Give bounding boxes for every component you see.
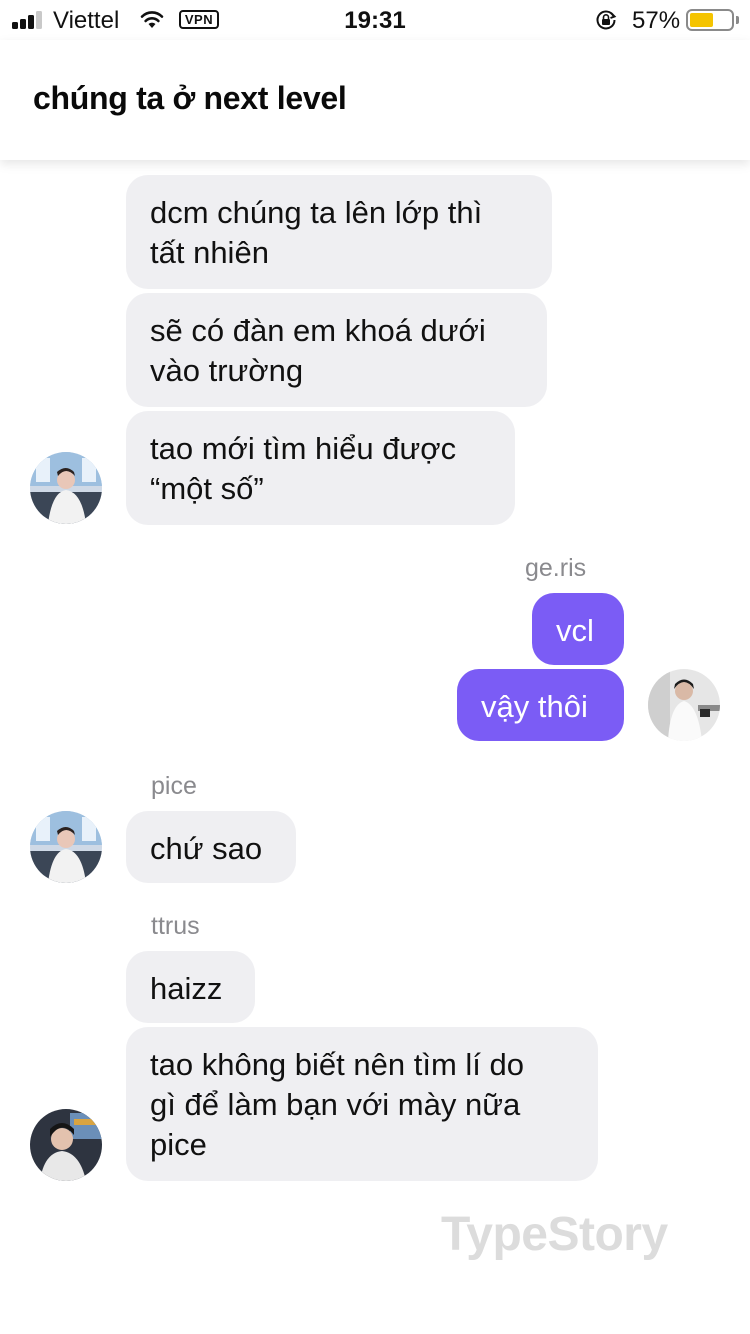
message-text: vcl — [556, 613, 594, 648]
battery-percent: 57% — [632, 7, 681, 34]
message-text: tao mới tìm hiểu được — [150, 431, 457, 466]
sender-name: ttrus — [151, 912, 200, 940]
message-list[interactable]: dcm chúng ta lên lớp thì tất nhiên sẽ có… — [0, 160, 750, 1334]
chat-title[interactable]: chúng ta ở next level — [33, 80, 347, 117]
sender-name: ge.ris — [525, 554, 587, 582]
message-text: tao không biết nên tìm lí do — [150, 1047, 524, 1082]
battery-cap — [736, 16, 739, 24]
chat-header: chúng ta ở next level — [0, 40, 750, 160]
message-text: “một số” — [150, 471, 264, 506]
message-bubble[interactable]: vậy thôi — [457, 669, 624, 741]
message-text: chứ sao — [150, 831, 263, 866]
message-bubble[interactable]: vcl — [532, 593, 624, 665]
message-text: sẽ có đàn em khoá dưới — [150, 313, 486, 348]
avatar-ttrus[interactable] — [30, 1109, 102, 1181]
message-text: gì để làm bạn với mày nữa — [150, 1087, 521, 1122]
orientation-lock-icon — [596, 10, 617, 30]
message-bubble[interactable]: chứ sao — [126, 811, 296, 883]
message-bubble[interactable]: sẽ có đàn em khoá dưới vào trường — [126, 293, 547, 407]
message-bubble[interactable]: tao mới tìm hiểu được “một số” — [126, 411, 515, 525]
message-text: vào trường — [150, 353, 304, 388]
message-text: dcm chúng ta lên lớp thì — [150, 195, 483, 230]
battery-icon — [686, 9, 734, 31]
avatar-pice[interactable] — [30, 811, 102, 883]
sender-name: pice — [151, 772, 197, 800]
message-bubble[interactable]: dcm chúng ta lên lớp thì tất nhiên — [126, 175, 552, 289]
message-text: vậy thôi — [481, 689, 588, 724]
message-text: tất nhiên — [150, 235, 269, 270]
message-bubble[interactable]: tao không biết nên tìm lí do gì để làm b… — [126, 1027, 598, 1181]
battery-level — [690, 13, 713, 27]
typestory-watermark: TypeStory — [441, 1208, 668, 1261]
avatar-pice[interactable] — [30, 452, 102, 524]
message-text: haizz — [150, 971, 223, 1006]
message-text: pice — [150, 1127, 207, 1162]
avatar-geris[interactable] — [648, 669, 720, 741]
message-bubble[interactable]: haizz — [126, 951, 255, 1023]
status-bar: Viettel VPN 19:31 57% — [0, 0, 750, 40]
